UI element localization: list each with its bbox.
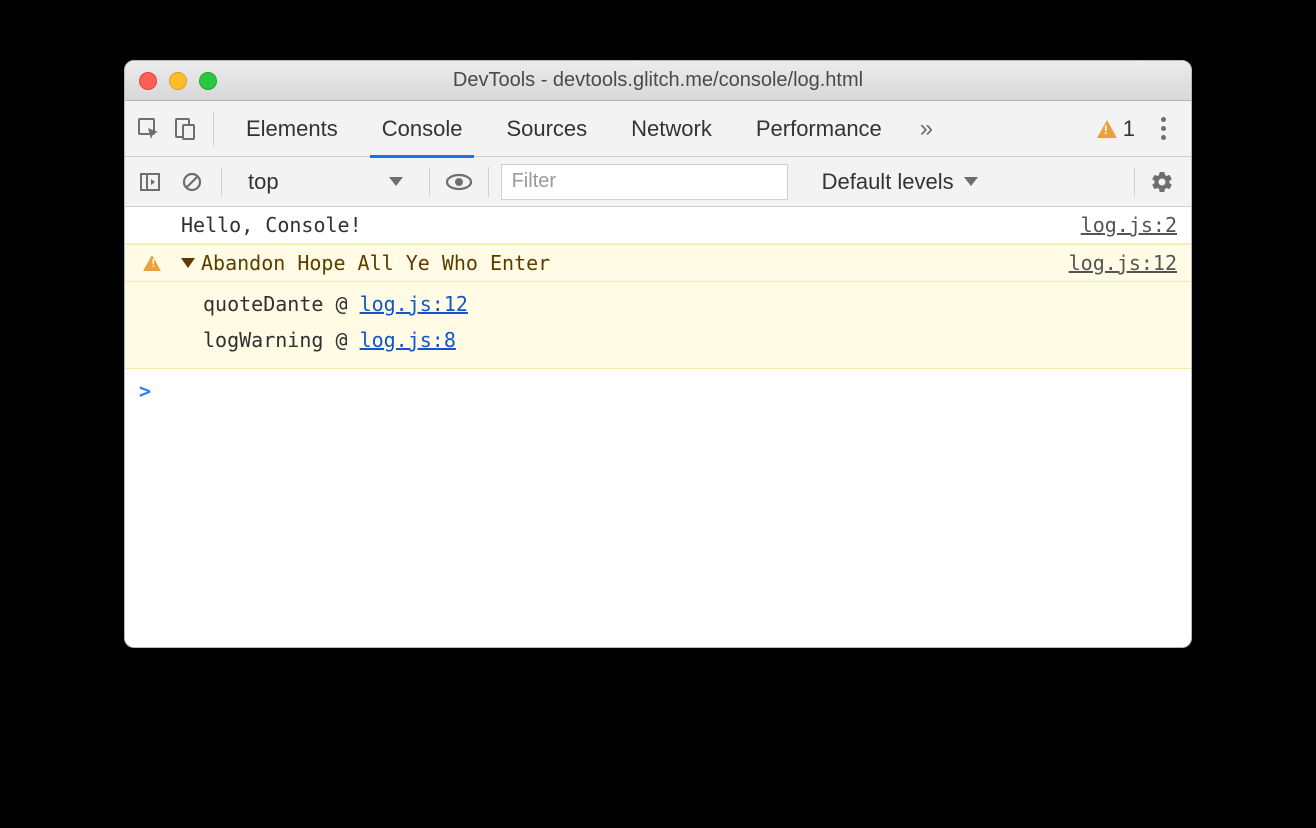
warning-icon: [143, 255, 161, 271]
levels-label: Default levels: [822, 169, 954, 195]
settings-menu-button[interactable]: [1149, 111, 1185, 147]
live-expression-icon[interactable]: [442, 165, 476, 199]
titlebar: DevTools - devtools.glitch.me/console/lo…: [125, 61, 1191, 101]
stack-at: @: [335, 292, 347, 316]
divider: [429, 167, 430, 197]
filter-input[interactable]: [501, 164, 788, 200]
chevron-down-icon: [389, 177, 403, 186]
log-message: Abandon Hope All Ye Who Enter: [201, 251, 1069, 275]
devtools-window: DevTools - devtools.glitch.me/console/lo…: [124, 60, 1192, 648]
stack-trace: quoteDante @ log.js:12 logWarning @ log.…: [125, 282, 1191, 369]
divider: [213, 112, 214, 146]
toggle-device-toolbar-icon[interactable]: [167, 111, 203, 147]
execution-context-select[interactable]: top: [234, 164, 417, 200]
stack-at: @: [335, 328, 347, 352]
tab-performance[interactable]: Performance: [734, 101, 904, 157]
traffic-lights: [125, 72, 217, 90]
prompt-chevron-icon: >: [139, 379, 151, 403]
log-row: Hello, Console! log.js:2: [125, 207, 1191, 244]
console-prompt[interactable]: >: [125, 369, 1191, 413]
stack-function: quoteDante: [203, 292, 323, 316]
zoom-window-button[interactable]: [199, 72, 217, 90]
chevron-down-icon: [964, 177, 978, 186]
stack-frame: logWarning @ log.js:8: [203, 322, 1177, 358]
log-levels-select[interactable]: Default levels: [808, 164, 992, 200]
stack-function: logWarning: [203, 328, 323, 352]
log-row-warning: Abandon Hope All Ye Who Enter log.js:12: [125, 244, 1191, 282]
inspect-element-icon[interactable]: [131, 111, 167, 147]
console-output: Hello, Console! log.js:2 Abandon Hope Al…: [125, 207, 1191, 647]
warning-icon: [1097, 120, 1117, 138]
stack-source-link[interactable]: log.js:8: [360, 328, 456, 352]
stack-frame: quoteDante @ log.js:12: [203, 286, 1177, 322]
divider: [1134, 167, 1135, 197]
tab-elements[interactable]: Elements: [224, 101, 360, 157]
divider: [488, 167, 489, 197]
clear-console-icon[interactable]: [175, 165, 209, 199]
close-window-button[interactable]: [139, 72, 157, 90]
log-source-link[interactable]: log.js:2: [1081, 213, 1177, 237]
main-tabbar: Elements Console Sources Network Perform…: [125, 101, 1191, 157]
window-title: DevTools - devtools.glitch.me/console/lo…: [125, 69, 1191, 92]
context-label: top: [248, 169, 279, 195]
warning-count: 1: [1123, 116, 1135, 142]
minimize-window-button[interactable]: [169, 72, 187, 90]
console-settings-icon[interactable]: [1147, 164, 1183, 200]
tab-sources[interactable]: Sources: [484, 101, 609, 157]
tab-network[interactable]: Network: [609, 101, 734, 157]
log-source-link[interactable]: log.js:12: [1069, 251, 1177, 275]
log-message: Hello, Console!: [181, 213, 1081, 237]
disclosure-triangle-icon[interactable]: [181, 258, 195, 268]
stack-source-link[interactable]: log.js:12: [360, 292, 468, 316]
divider: [221, 167, 222, 197]
toggle-sidebar-icon[interactable]: [133, 165, 167, 199]
tab-console[interactable]: Console: [360, 101, 485, 157]
more-tabs-button[interactable]: »: [904, 115, 949, 143]
warnings-badge[interactable]: 1: [1083, 116, 1149, 142]
console-toolbar: top Default levels: [125, 157, 1191, 207]
log-gutter: [137, 251, 181, 271]
